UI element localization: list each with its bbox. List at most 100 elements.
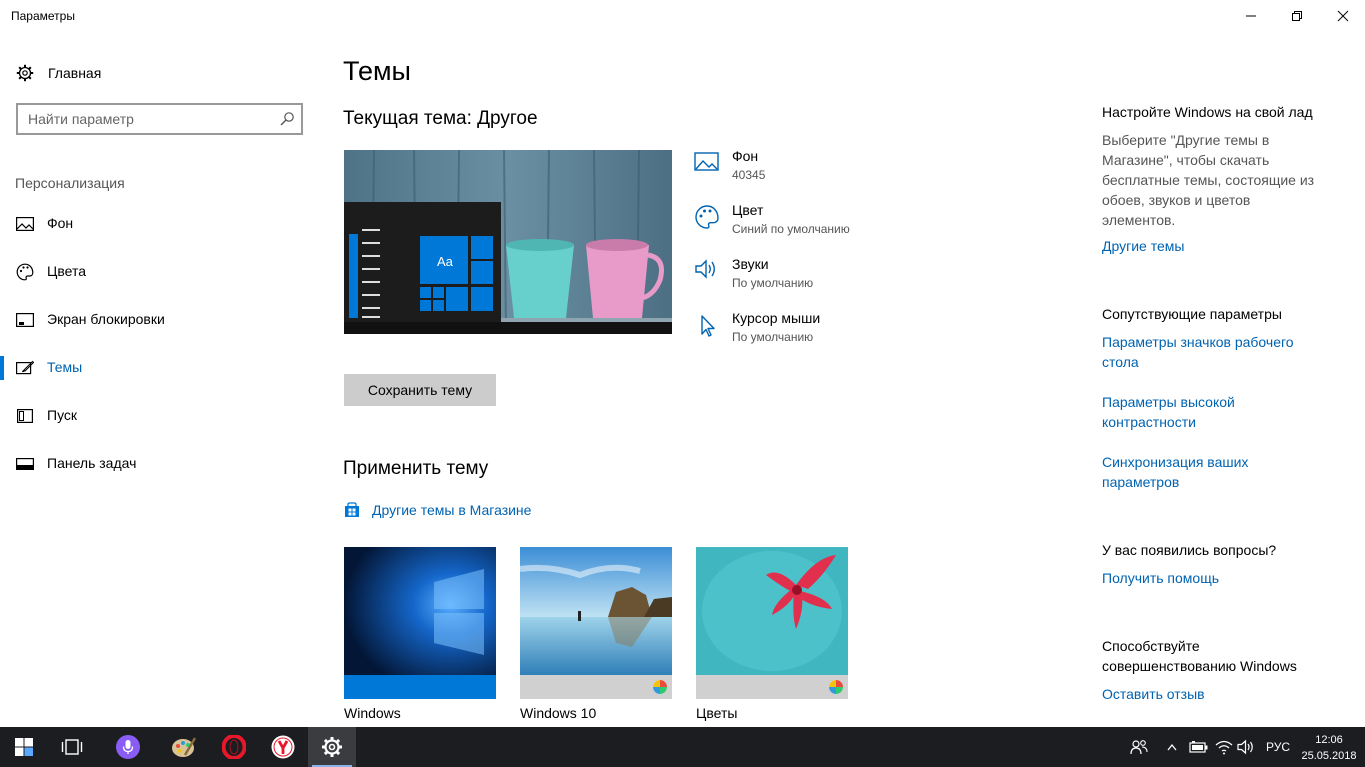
people-icon (1130, 740, 1148, 755)
store-icon (345, 502, 359, 517)
apply-theme-heading: Применить тему (343, 458, 489, 479)
sidebar-item-label: Экран блокировки (47, 311, 165, 327)
search-input[interactable] (28, 111, 268, 127)
start-button[interactable] (0, 727, 48, 767)
current-theme-heading: Текущая тема: Другое (343, 108, 538, 129)
other-themes-link[interactable]: Другие темы (1102, 236, 1184, 256)
preview-tile-text: Aa (437, 254, 453, 269)
yandex-browser-button[interactable] (259, 727, 307, 767)
sidebar-item-background[interactable]: Фон (0, 200, 320, 248)
clock[interactable]: 12:06 25.05.2018 (1300, 732, 1358, 764)
network-button[interactable] (1214, 727, 1234, 767)
picture-icon (694, 150, 720, 176)
cursor-icon (694, 312, 720, 338)
desktop-icons-settings-link[interactable]: Параметры значков рабочего стола (1102, 332, 1294, 372)
paint-palette-icon (172, 737, 197, 757)
prop-background[interactable]: Фон 40345 (694, 146, 954, 190)
close-icon (1337, 10, 1349, 22)
heading-line: совершенствованию Windows (1102, 658, 1297, 674)
task-view-button[interactable] (48, 727, 96, 767)
minimize-button[interactable] (1228, 0, 1274, 32)
search-box[interactable] (16, 103, 303, 135)
theme-name: Цветы (696, 705, 738, 721)
nav-home[interactable]: Главная (16, 62, 101, 84)
heading-line: Способствуйте (1102, 638, 1200, 654)
start-icon (16, 407, 34, 425)
minimize-icon (1246, 15, 1256, 17)
sidebar-item-start[interactable]: Пуск (0, 392, 320, 440)
people-button[interactable] (1128, 727, 1150, 767)
description-line: бесплатные темы, состоящие из (1102, 172, 1315, 188)
customize-description: Выберите "Другие темы в Магазине", чтобы… (1102, 130, 1314, 230)
sidebar-item-label: Пуск (47, 407, 78, 423)
prop-cursor[interactable]: Курсор мыши По умолчанию (694, 308, 954, 352)
sidebar-item-label: Панель задач (47, 455, 137, 471)
sidebar-item-label: Цвета (47, 263, 86, 279)
palette-icon (16, 263, 34, 281)
sync-settings-link[interactable]: Синхронизация ваших параметров (1102, 452, 1248, 492)
window-title: Параметры (11, 9, 75, 23)
prop-color[interactable]: Цвет Синий по умолчанию (694, 200, 954, 244)
theme-tile-windows[interactable] (344, 547, 496, 699)
prop-value: Синий по умолчанию (732, 222, 850, 236)
nav-home-label: Главная (48, 65, 102, 81)
customize-heading: Настройте Windows на свой лад (1102, 104, 1313, 120)
description-line: Выберите "Другие темы в (1102, 132, 1270, 148)
prop-name: Фон (732, 148, 759, 164)
paint-app-button[interactable] (160, 727, 208, 767)
feedback-link[interactable]: Оставить отзыв (1102, 684, 1205, 704)
lock-screen-icon (16, 311, 34, 329)
speaker-icon (1237, 739, 1253, 755)
title-bar: Параметры (0, 0, 1365, 32)
volume-button[interactable] (1236, 727, 1256, 767)
get-help-link[interactable]: Получить помощь (1102, 568, 1219, 588)
show-hidden-icons-button[interactable] (1164, 727, 1180, 767)
speaker-icon (694, 258, 720, 284)
windows-logo-icon (15, 738, 33, 756)
theme-name: Windows (344, 705, 401, 721)
taskbar-icon (16, 455, 34, 473)
chevron-up-icon (1167, 743, 1177, 751)
clock-date: 25.05.2018 (1301, 750, 1357, 762)
sidebar-item-lock-screen[interactable]: Экран блокировки (0, 296, 320, 344)
prop-name: Курсор мыши (732, 310, 821, 326)
clock-time: 12:06 (1315, 734, 1343, 746)
taskbar: РУС 12:06 25.05.2018 (0, 727, 1365, 767)
high-contrast-settings-link[interactable]: Параметры высокой контрастности (1102, 392, 1235, 432)
store-link-label: Другие темы в Магазине (372, 502, 532, 518)
related-settings-heading: Сопутствующие параметры (1102, 306, 1282, 322)
themes-icon (16, 359, 34, 377)
battery-button[interactable] (1188, 727, 1210, 767)
theme-tile-flowers[interactable] (696, 547, 848, 699)
yandex-icon (271, 735, 295, 759)
settings-window: Параметры Главная Персонализация Фон (0, 0, 1365, 727)
language-indicator[interactable]: РУС (1266, 740, 1290, 754)
link-line: Синхронизация ваших (1102, 454, 1249, 470)
prop-value: 40345 (732, 168, 766, 182)
theme-preview: Aa (344, 150, 672, 334)
description-line: элементов. (1102, 212, 1176, 228)
description-line: Магазине", чтобы скачать (1102, 152, 1270, 168)
opera-browser-button[interactable] (210, 727, 258, 767)
prop-sounds[interactable]: Звуки По умолчанию (694, 254, 954, 298)
link-line: Параметры высокой (1102, 394, 1235, 410)
theme-tile-windows-10[interactable] (520, 547, 672, 699)
sidebar-item-taskbar[interactable]: Панель задач (0, 440, 320, 488)
search-icon[interactable] (279, 111, 295, 127)
store-themes-link[interactable]: Другие темы в Магазине (344, 502, 531, 518)
sidebar-item-label: Темы (47, 359, 83, 375)
battery-icon (1189, 741, 1208, 753)
gear-icon (16, 64, 34, 82)
restore-button[interactable] (1274, 0, 1320, 32)
voice-assistant-button[interactable] (104, 727, 152, 767)
sidebar-item-themes[interactable]: Темы (0, 344, 320, 392)
picture-icon (16, 215, 34, 233)
save-theme-button[interactable]: Сохранить тему (344, 374, 496, 406)
settings-app-button[interactable] (308, 727, 356, 767)
close-button[interactable] (1320, 0, 1365, 32)
link-line: стола (1102, 354, 1139, 370)
restore-icon (1292, 11, 1302, 21)
sidebar-item-label: Фон (47, 215, 74, 231)
gear-icon (322, 737, 342, 757)
sidebar-item-colors[interactable]: Цвета (0, 248, 320, 296)
